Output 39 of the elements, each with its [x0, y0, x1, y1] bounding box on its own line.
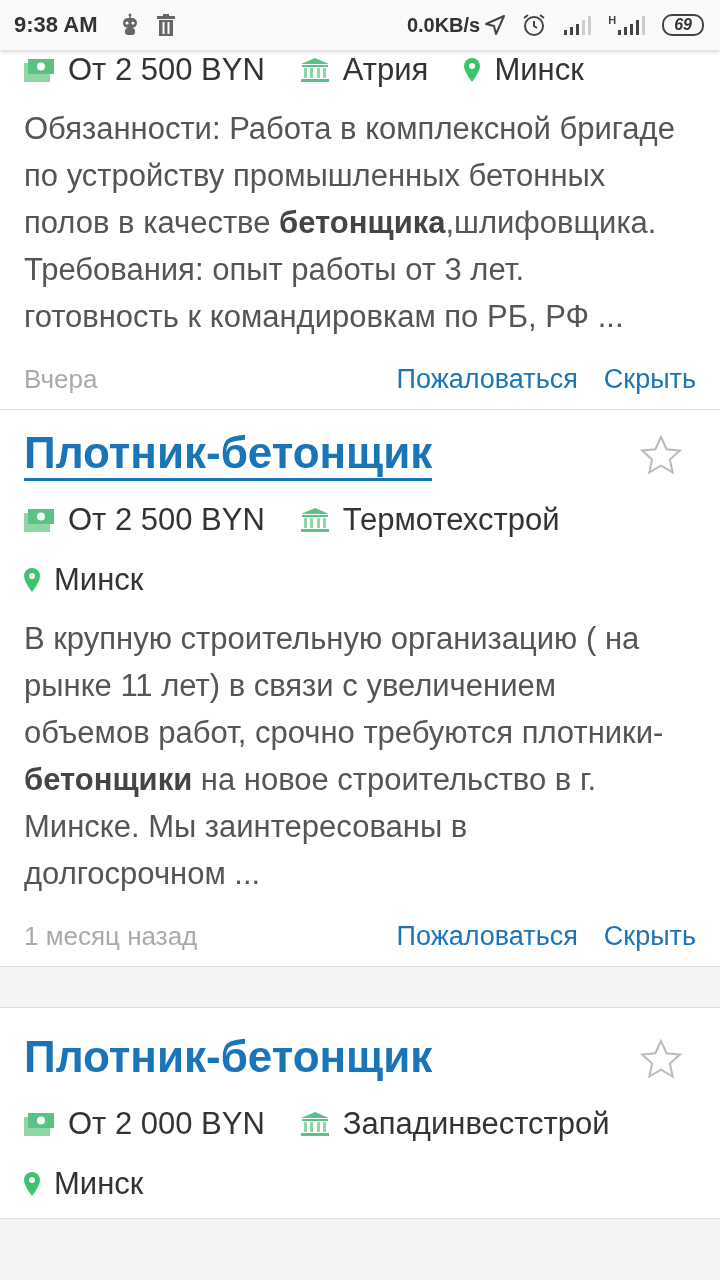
- salary-text: От 2 000 BYN: [68, 1106, 265, 1142]
- signal-icon: [616, 14, 647, 36]
- hide-link[interactable]: Скрыть: [603, 921, 696, 952]
- vacancy-description: В крупную строительную организацию ( на рынке 11 лет) в связи с увеличением объемов работ, срочно требуются плотники-бетонщики на новое строительство в г. Минске. Мы заинтересованы в долгосрочном ...: [24, 620, 665, 893]
- company-name: Атрия: [342, 52, 429, 88]
- trash-icon: [155, 14, 176, 36]
- salary-text: От 2 500 BYN: [68, 52, 265, 88]
- vacancy-title-link[interactable]: Плотник-бетонщик: [24, 1032, 433, 1085]
- money-icon: [24, 1112, 54, 1136]
- city-name: Минск: [54, 1166, 144, 1202]
- report-link[interactable]: Пожаловаться: [396, 364, 578, 395]
- location-arrow-icon: [484, 14, 507, 36]
- money-icon: [24, 508, 54, 532]
- location-pin-icon: [464, 58, 481, 82]
- company-name: Западинвестстрой: [342, 1106, 610, 1142]
- star-icon[interactable]: [640, 1039, 682, 1079]
- signal-icon: [562, 14, 593, 36]
- city-name: Минск: [494, 52, 584, 88]
- company-name: Термотехстрой: [342, 502, 560, 538]
- alarm-clock-icon: [522, 13, 547, 37]
- city-name: Минск: [54, 562, 144, 598]
- network-speed: 0.0KB/s: [406, 13, 481, 37]
- vacancy-description: Обязанности: Работа в комплексной бригаде по устройству промышленных бетонных полов в качестве бетонщика,шлифовщика. Требования: опыт работы от 3 лет. готовность к командировкам по РБ, РФ ...: [24, 110, 676, 336]
- vacancy-title-link[interactable]: Плотник-бетонщик: [24, 428, 433, 481]
- battery-level: 69: [662, 14, 704, 36]
- location-pin-icon: [24, 1172, 40, 1196]
- location-pin-icon: [24, 568, 40, 592]
- clock-time: 9:38 AM: [14, 12, 98, 38]
- bank-building-icon: [300, 508, 329, 532]
- money-icon: [24, 58, 54, 82]
- posted-date: Вчера: [24, 364, 98, 395]
- star-icon[interactable]: [640, 435, 682, 475]
- bank-building-icon: [300, 1112, 329, 1136]
- hide-link[interactable]: Скрыть: [603, 364, 696, 395]
- network-type-label: H: [608, 14, 617, 26]
- bank-building-icon: [300, 58, 329, 82]
- salary-text: От 2 500 BYN: [68, 502, 265, 538]
- posted-date: 1 месяц назад: [24, 921, 198, 952]
- report-link[interactable]: Пожаловаться: [396, 921, 578, 952]
